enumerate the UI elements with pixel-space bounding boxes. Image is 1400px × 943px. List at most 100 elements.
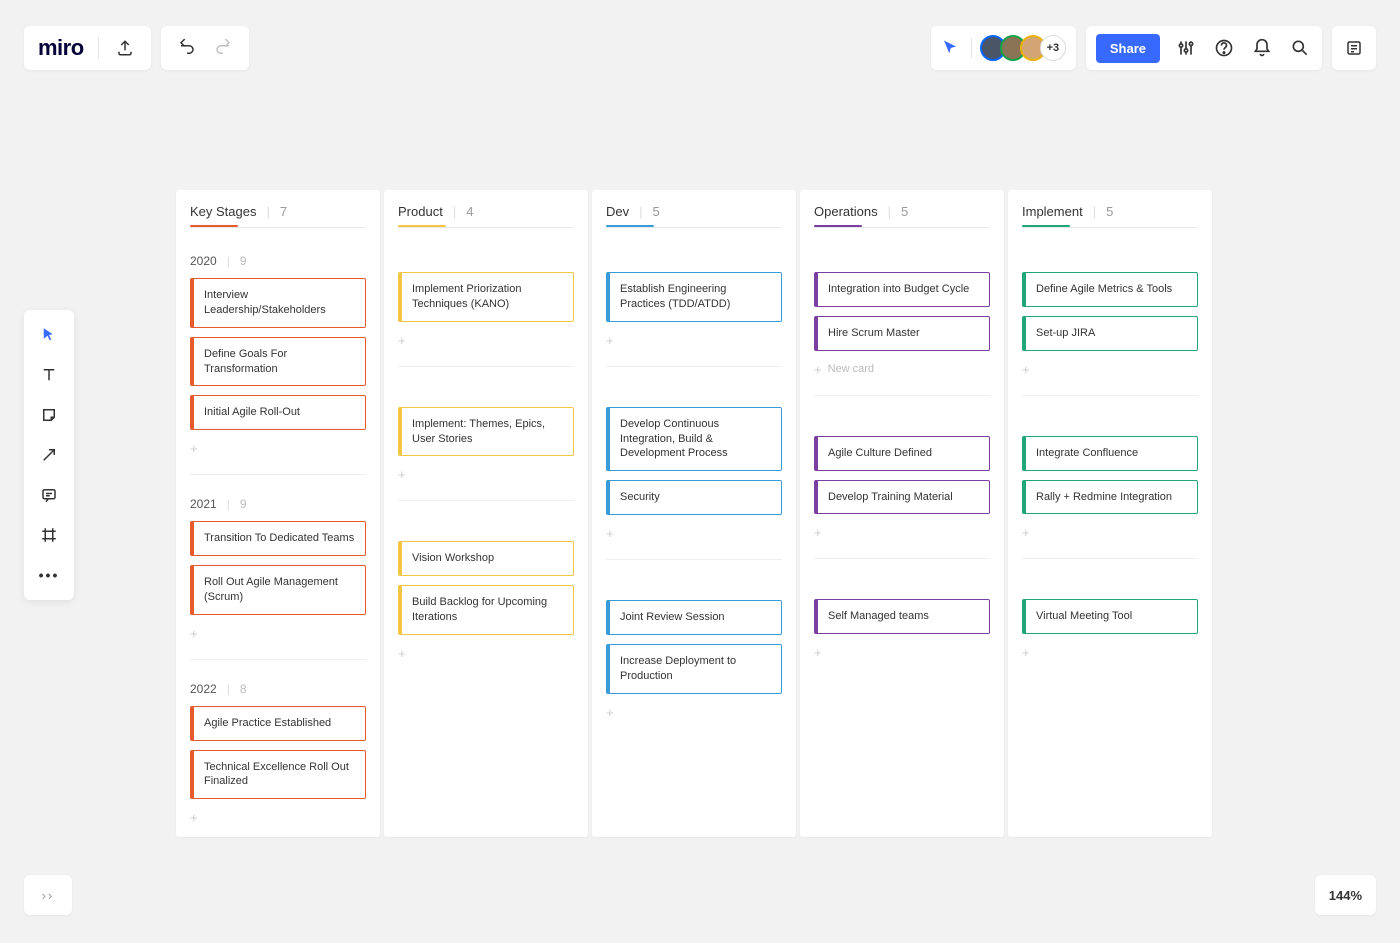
kanban-card[interactable]: Develop Continuous Integration, Build & …: [606, 407, 782, 472]
kanban-card[interactable]: Self Managed teams: [814, 599, 990, 634]
column-title[interactable]: Product: [398, 204, 443, 219]
help-icon[interactable]: [1212, 36, 1236, 60]
kanban-card[interactable]: Develop Training Material: [814, 480, 990, 515]
column-count: 5: [1106, 204, 1113, 219]
swimlane-section: Integration into Budget Cycle Hire Scrum …: [800, 238, 1004, 389]
add-card-button[interactable]: +: [190, 439, 366, 464]
kanban-card[interactable]: Hire Scrum Master: [814, 316, 990, 351]
add-card-button[interactable]: +: [1022, 523, 1198, 548]
kanban-card[interactable]: Roll Out Agile Management (Scrum): [190, 565, 366, 615]
section-year: 2022: [190, 682, 217, 696]
add-card-button[interactable]: +: [1022, 643, 1198, 668]
kanban-column: Operations | 5 Integration into Budget C…: [800, 190, 1004, 837]
export-icon[interactable]: [113, 36, 137, 60]
swimlane-section: Implement: Themes, Epics, User Stories +: [384, 373, 588, 495]
plus-icon: +: [1022, 645, 1030, 660]
column-title[interactable]: Implement: [1022, 204, 1083, 219]
swimlane-section: Integrate Confluence Rally + Redmine Inte…: [1008, 402, 1212, 553]
kanban-card[interactable]: Joint Review Session: [606, 600, 782, 635]
swimlane-section: Agile Culture Defined Develop Training Ma…: [800, 402, 1004, 553]
section-count: 9: [240, 254, 247, 268]
kanban-card[interactable]: Security: [606, 480, 782, 515]
zoom-level[interactable]: 144%: [1315, 875, 1376, 915]
divider: [971, 38, 972, 58]
column-title[interactable]: Operations: [814, 204, 878, 219]
search-icon[interactable]: [1288, 36, 1312, 60]
add-card-button[interactable]: +: [606, 524, 782, 549]
kanban-card[interactable]: Agile Culture Defined: [814, 436, 990, 471]
add-card-button[interactable]: +: [814, 643, 990, 668]
logo-container: miro: [24, 26, 151, 70]
app-logo[interactable]: miro: [38, 35, 84, 61]
kanban-board[interactable]: Key Stages | 7 2020|9Interview Leadershi…: [176, 190, 1212, 837]
undo-icon[interactable]: [175, 36, 199, 60]
kanban-card[interactable]: Integrate Confluence: [1022, 436, 1198, 471]
divider: [98, 37, 99, 59]
plus-icon: +: [398, 646, 406, 661]
plus-icon: +: [1022, 362, 1030, 377]
kanban-card[interactable]: Set-up JIRA: [1022, 316, 1198, 351]
comment-tool[interactable]: [32, 478, 66, 512]
settings-icon[interactable]: [1174, 36, 1198, 60]
column-count: 5: [653, 204, 660, 219]
add-card-button[interactable]: +: [190, 624, 366, 649]
kanban-card[interactable]: Initial Agile Roll-Out: [190, 395, 366, 430]
add-card-button[interactable]: +: [814, 523, 990, 548]
column-title[interactable]: Dev: [606, 204, 629, 219]
share-button[interactable]: Share: [1096, 34, 1160, 63]
swimlane-section: Self Managed teams +: [800, 565, 1004, 672]
section-year: 2021: [190, 497, 217, 511]
section-year: 2020: [190, 254, 217, 268]
swimlane-section: Virtual Meeting Tool +: [1008, 565, 1212, 672]
kanban-card[interactable]: Virtual Meeting Tool: [1022, 599, 1198, 634]
add-card-button[interactable]: +New card: [814, 360, 990, 385]
kanban-card[interactable]: Implement: Themes, Epics, User Stories: [398, 407, 574, 457]
swimlane-section: Develop Continuous Integration, Build & …: [592, 373, 796, 553]
kanban-card[interactable]: Establish Engineering Practices (TDD/ATD…: [606, 272, 782, 322]
expand-icon[interactable]: ››: [24, 875, 72, 915]
column-count: 5: [901, 204, 908, 219]
avatar-more[interactable]: +3: [1040, 35, 1066, 61]
swimlane-section: Establish Engineering Practices (TDD/ATD…: [592, 238, 796, 360]
kanban-card[interactable]: Technical Excellence Roll Out Finalized: [190, 750, 366, 800]
add-card-button[interactable]: +: [398, 644, 574, 669]
add-card-button[interactable]: +: [398, 331, 574, 356]
plus-icon: +: [398, 467, 406, 482]
add-card-button[interactable]: +: [190, 808, 366, 833]
kanban-card[interactable]: Agile Practice Established: [190, 706, 366, 741]
frame-tool[interactable]: [32, 518, 66, 552]
kanban-card[interactable]: Integration into Budget Cycle: [814, 272, 990, 307]
kanban-card[interactable]: Define Goals For Transformation: [190, 337, 366, 387]
add-card-button[interactable]: +: [606, 703, 782, 728]
select-tool[interactable]: [32, 318, 66, 352]
kanban-card[interactable]: Vision Workshop: [398, 541, 574, 576]
more-tools[interactable]: •••: [32, 558, 66, 592]
kanban-card[interactable]: Build Backlog for Upcoming Iterations: [398, 585, 574, 635]
kanban-card[interactable]: Define Agile Metrics & Tools: [1022, 272, 1198, 307]
redo-icon[interactable]: [211, 36, 235, 60]
kanban-card[interactable]: Interview Leadership/Stakeholders: [190, 278, 366, 328]
swimlane-section: Define Agile Metrics & Tools Set-up JIRA +: [1008, 238, 1212, 389]
bell-icon[interactable]: [1250, 36, 1274, 60]
kanban-card[interactable]: Transition To Dedicated Teams: [190, 521, 366, 556]
kanban-card[interactable]: Implement Priorization Techniques (KANO): [398, 272, 574, 322]
add-card-button[interactable]: +: [398, 465, 574, 490]
column-title[interactable]: Key Stages: [190, 204, 257, 219]
arrow-tool[interactable]: [32, 438, 66, 472]
text-tool[interactable]: [32, 358, 66, 392]
plus-icon: +: [190, 626, 198, 641]
kanban-column: Key Stages | 7 2020|9Interview Leadershi…: [176, 190, 380, 837]
kanban-card[interactable]: Increase Deployment to Production: [606, 644, 782, 694]
swimlane-section: 2020|9Interview Leadership/StakeholdersD…: [176, 238, 380, 468]
cursor-icon[interactable]: [941, 39, 959, 57]
panel-toggle[interactable]: [1332, 26, 1376, 70]
kanban-card[interactable]: Rally + Redmine Integration: [1022, 480, 1198, 515]
plus-icon: +: [1022, 525, 1030, 540]
add-card-button[interactable]: +: [1022, 360, 1198, 385]
add-card-button[interactable]: +: [606, 331, 782, 356]
swimlane-section: Joint Review Session Increase Deployment …: [592, 566, 796, 732]
plus-icon: +: [190, 810, 198, 825]
collaborators: +3: [931, 26, 1076, 70]
section-count: 9: [240, 497, 247, 511]
sticky-note-tool[interactable]: [32, 398, 66, 432]
